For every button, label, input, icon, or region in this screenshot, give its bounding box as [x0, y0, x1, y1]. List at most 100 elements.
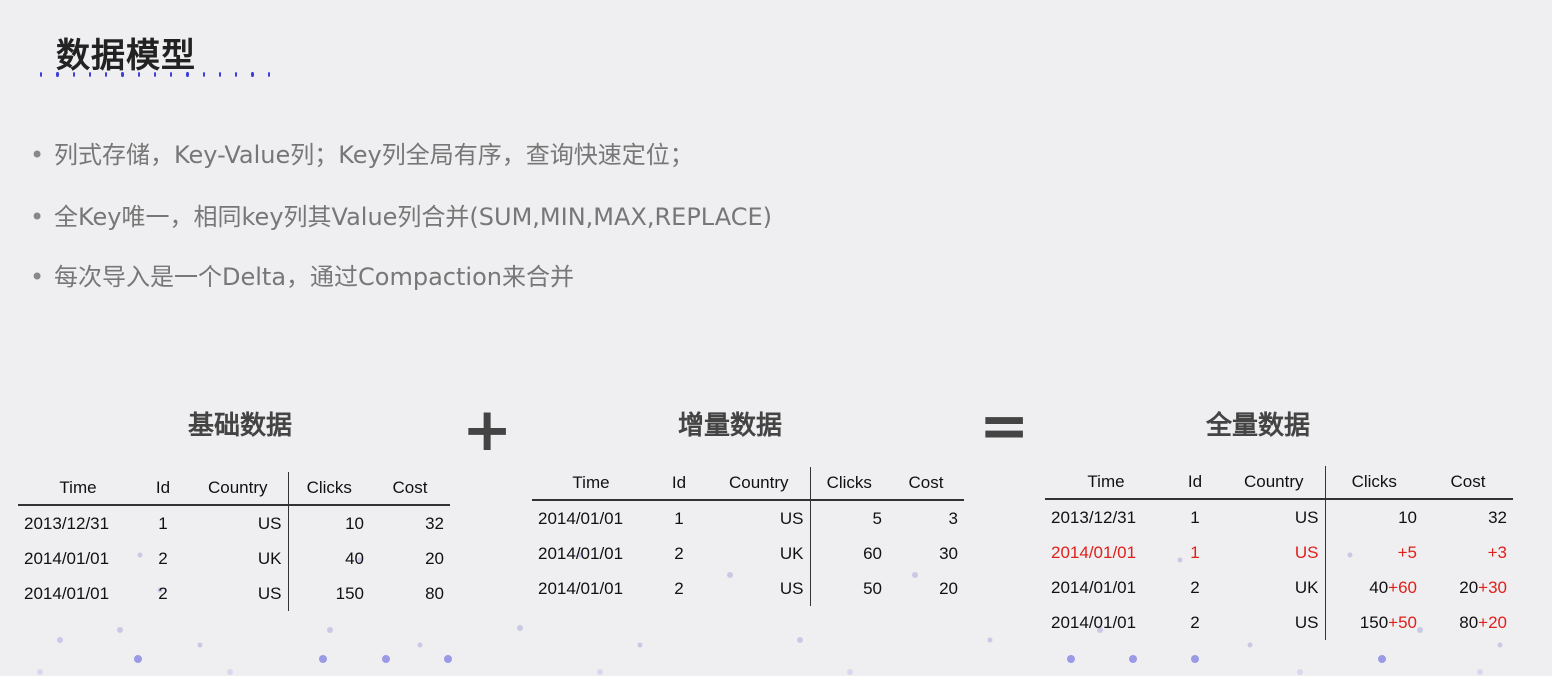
country-cell: US [1294, 542, 1319, 562]
cost-base: 32 [1488, 507, 1507, 527]
base-data-table: Time Id Country Clicks Cost 2013/12/31 1… [18, 472, 450, 611]
bullet-symbol: • [30, 263, 45, 291]
id-cell: 2 [1190, 577, 1200, 597]
id-cell: 2 [1190, 612, 1200, 632]
clicks-base: 150 [1359, 612, 1389, 632]
time-cell: 2013/12/31 [1051, 507, 1137, 527]
equals-operator: = [979, 391, 1030, 461]
clicks-base: 40 [1369, 577, 1389, 597]
time-cell: 2013/12/31 [24, 513, 110, 533]
cost-cell: 32 [425, 513, 444, 533]
table-row: 2014/01/01 2 US 50 20 [532, 571, 964, 606]
id-cell: 1 [158, 513, 168, 533]
bullet-text: 全Key唯一，相同key列其Value列合并(SUM,MIN,MAX,REPLA… [54, 203, 773, 231]
cost-cell: 3 [948, 508, 958, 528]
id-cell: 1 [674, 508, 684, 528]
clicks-cell: 150+50 [1324, 605, 1423, 640]
clicks-increment: +60 [1388, 577, 1417, 597]
column-header: Cost [888, 467, 964, 501]
cost-increment: +20 [1478, 612, 1507, 632]
id-cell: 2 [674, 578, 684, 598]
time-cell: 2014/01/01 [1051, 577, 1137, 597]
cost-cell: 80+20 [1423, 605, 1513, 640]
column-header: Country [1223, 466, 1325, 500]
table-row: 2014/01/01 2 UK 40 20 [18, 541, 450, 576]
cost-cell: 20+30 [1423, 570, 1513, 605]
time-cell: 2014/01/01 [538, 543, 624, 563]
clicks-cell: 60 [809, 536, 888, 571]
cost-increment: +3 [1487, 542, 1507, 562]
id-cell: 1 [1190, 507, 1200, 527]
clicks-increment: +50 [1388, 612, 1417, 632]
column-header: Id [138, 472, 188, 506]
column-header: Clicks [1324, 466, 1423, 500]
full-data-table: Time Id Country Clicks Cost 2013/12/31 1… [1045, 466, 1513, 640]
country-cell: US [779, 578, 804, 598]
cost-increment: +30 [1478, 577, 1507, 597]
table-row: 2014/01/01 2 US 150 80 [18, 576, 450, 611]
country-cell: US [779, 508, 804, 528]
cost-cell: 30 [939, 543, 958, 563]
bullet-text: 每次导入是一个Delta，通过Compaction来合并 [54, 263, 574, 291]
column-header: Time [532, 467, 650, 501]
delta-table-title: 增量数据 [677, 411, 782, 441]
plus-operator: + [462, 395, 513, 465]
country-cell: US [1294, 612, 1319, 632]
time-cell: 2014/01/01 [24, 548, 110, 568]
country-cell: US [1294, 507, 1319, 527]
cost-base: 80 [1459, 612, 1479, 632]
country-cell: US [257, 513, 282, 533]
cost-base: 20 [1459, 577, 1479, 597]
column-header: Country [188, 472, 288, 506]
column-header: Country [708, 467, 810, 501]
full-table-title: 全量数据 [1205, 411, 1310, 441]
table-row: 2014/01/01 1 US 5 3 [532, 500, 964, 536]
clicks-base: 10 [1398, 507, 1417, 527]
column-header: Id [650, 467, 708, 501]
column-header: Time [1045, 466, 1167, 500]
cost-cell: 20 [939, 578, 958, 598]
time-cell: 2014/01/01 [538, 578, 624, 598]
column-header: Cost [1423, 466, 1513, 500]
title-underline-dots [40, 68, 270, 80]
country-cell: US [257, 583, 282, 603]
clicks-increment: +5 [1397, 542, 1417, 562]
cost-cell: 32 [1423, 499, 1513, 535]
time-cell: 2014/01/01 [1051, 612, 1137, 632]
column-header: Clicks [809, 467, 888, 501]
bullet-item: • 每次导入是一个Delta，通过Compaction来合并 [30, 257, 574, 292]
table-row: 2014/01/01 2 UK 60 30 [532, 536, 964, 571]
cost-cell: 20 [425, 548, 444, 568]
time-cell: 2014/01/01 [24, 583, 110, 603]
bullet-symbol: • [30, 141, 45, 169]
clicks-cell: 150 [287, 576, 370, 611]
cost-cell: 80 [425, 583, 444, 603]
time-cell: 2014/01/01 [1051, 542, 1137, 562]
bullet-text: 列式存储，Key-Value列；Key列全局有序，查询快速定位； [54, 141, 694, 169]
id-cell: 2 [674, 543, 684, 563]
table-row: 2013/12/31 1 US 10 32 [1045, 499, 1513, 535]
cost-cell: +3 [1423, 535, 1513, 570]
country-cell: UK [257, 548, 282, 568]
id-cell: 2 [158, 548, 168, 568]
bullet-symbol: • [30, 203, 45, 231]
table-row: 2013/12/31 1 US 10 32 [18, 505, 450, 541]
clicks-cell: 50 [809, 571, 888, 606]
clicks-cell: +5 [1324, 535, 1423, 570]
clicks-cell: 40 [287, 541, 370, 576]
table-row: 2014/01/01 2 US 150+50 80+20 [1045, 605, 1513, 640]
base-table-title: 基础数据 [187, 411, 292, 441]
column-header: Id [1167, 466, 1223, 500]
time-cell: 2014/01/01 [538, 508, 624, 528]
table-row: 2014/01/01 1 US +5 +3 [1045, 535, 1513, 570]
column-header: Cost [370, 472, 450, 506]
clicks-cell: 40+60 [1324, 570, 1423, 605]
country-cell: UK [1294, 577, 1319, 597]
bullet-item: • 列式存储，Key-Value列；Key列全局有序，查询快速定位； [30, 135, 694, 170]
bullet-item: • 全Key唯一，相同key列其Value列合并(SUM,MIN,MAX,REPL… [30, 197, 772, 232]
clicks-cell: 5 [809, 500, 888, 536]
id-cell: 2 [158, 583, 168, 603]
column-header: Clicks [287, 472, 370, 506]
table-row: 2014/01/01 2 UK 40+60 20+30 [1045, 570, 1513, 605]
clicks-cell: 10 [1324, 499, 1423, 535]
